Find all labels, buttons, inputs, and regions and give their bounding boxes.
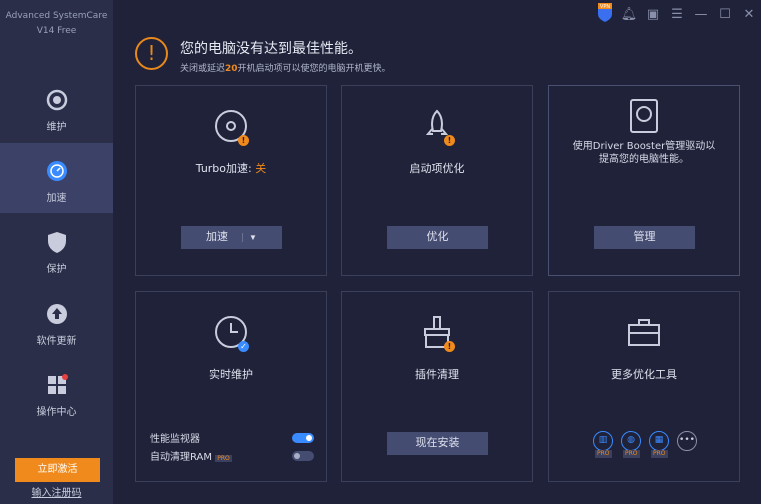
app-name: Advanced SystemCare bbox=[5, 11, 108, 21]
internet-booster-icon[interactable]: ◍ PRO bbox=[621, 431, 641, 458]
tools-title: 更多优化工具 bbox=[611, 368, 677, 381]
menu-icon[interactable]: ☰ bbox=[665, 7, 689, 22]
driver-disk-icon bbox=[624, 98, 664, 138]
turbo-state: 关 bbox=[255, 162, 267, 175]
grid-icon bbox=[47, 374, 68, 394]
toolbox-icon[interactable]: ▣ bbox=[641, 7, 665, 22]
realtime-title: 实时维护 bbox=[209, 368, 253, 381]
monitor-label: 性能监视器 bbox=[150, 434, 200, 445]
driver-booster-card: 使用Driver Booster管理驱动以提高您的电脑性能。 管理 bbox=[548, 85, 740, 276]
enter-code-link[interactable]: 输入注册码 bbox=[0, 484, 113, 499]
speedometer-icon bbox=[46, 161, 67, 181]
ram-label: 自动清理RAM PRO bbox=[150, 452, 232, 463]
pro-badge: PRO bbox=[215, 455, 232, 462]
startup-card: ! 启动项优化 优化 bbox=[341, 85, 533, 276]
title-bar-controls: VPN 🔔︎ ▣ ☰ — ☐ ✕ bbox=[593, 0, 761, 28]
vpn-shield-icon[interactable]: VPN bbox=[593, 2, 617, 26]
rocket-icon: ! bbox=[417, 108, 457, 148]
startup-count: 20 bbox=[225, 64, 238, 74]
maximize-icon[interactable]: ☐ bbox=[713, 7, 737, 22]
alert-title: 您的电脑没有达到最佳性能。 bbox=[180, 41, 362, 57]
turbo-title: Turbo加速: 关 bbox=[195, 162, 267, 175]
chevron-down-icon[interactable]: ▼ bbox=[242, 233, 257, 242]
brush-icon: ! bbox=[417, 314, 457, 354]
sidebar: Advanced SystemCare V14 Free 维护 加速 保护 软件更… bbox=[0, 0, 113, 504]
sidebar-item-label: 软件更新 bbox=[36, 336, 77, 347]
alert-subtitle: 关闭或延迟20开机启动项可以使您的电脑开机更快。 bbox=[180, 64, 391, 74]
brand: Advanced SystemCare V14 Free bbox=[0, 0, 113, 39]
activate-now-button[interactable]: 立即激活 bbox=[15, 458, 100, 482]
ram-toggle[interactable] bbox=[292, 451, 314, 461]
close-icon[interactable]: ✕ bbox=[737, 7, 761, 22]
driver-text: 使用Driver Booster管理驱动以提高您的电脑性能。 bbox=[572, 141, 716, 165]
maintain-icon bbox=[46, 89, 67, 111]
turbo-card: ! Turbo加速: 关 加速 ▼ bbox=[135, 85, 327, 276]
monitor-toggle[interactable] bbox=[292, 433, 314, 443]
speedup-button[interactable]: 加速 ▼ bbox=[181, 226, 282, 249]
toolbox-icon bbox=[624, 314, 664, 354]
sidebar-item-label: 保护 bbox=[46, 264, 67, 275]
more-icon[interactable]: ••• bbox=[677, 431, 697, 451]
plugin-title: 插件清理 bbox=[415, 368, 459, 381]
shield-icon bbox=[47, 232, 66, 253]
app-version: V14 Free bbox=[36, 26, 77, 36]
realtime-card: ✓ 实时维护 性能监视器 自动清理RAM PRO bbox=[135, 291, 327, 482]
ram-tool-icon[interactable]: ▥ PRO bbox=[593, 431, 613, 458]
manage-button[interactable]: 管理 bbox=[594, 226, 695, 249]
warning-icon: ! bbox=[135, 37, 168, 70]
sidebar-item-label: 加速 bbox=[46, 193, 67, 204]
sidebar-item-speedup[interactable]: 加速 bbox=[0, 143, 113, 213]
optimize-button[interactable]: 优化 bbox=[387, 226, 488, 249]
apps-tool-icon[interactable]: ▦ PRO bbox=[649, 431, 669, 458]
sidebar-item-label: 操作中心 bbox=[36, 407, 77, 418]
sidebar-item-protect[interactable]: 保护 bbox=[0, 214, 113, 284]
plugin-card: ! 插件清理 现在安装 bbox=[341, 291, 533, 482]
install-now-button[interactable]: 现在安装 bbox=[387, 432, 488, 455]
vpn-label: VPN bbox=[600, 4, 610, 10]
startup-title: 启动项优化 bbox=[409, 162, 465, 175]
minimize-icon[interactable]: — bbox=[689, 7, 713, 22]
update-arrow-icon bbox=[46, 304, 67, 324]
sidebar-item-action-center[interactable]: 操作中心 bbox=[0, 357, 113, 427]
sidebar-item-software-update[interactable]: 软件更新 bbox=[0, 286, 113, 356]
clock-icon: ✓ bbox=[211, 314, 251, 354]
sidebar-item-maintain[interactable]: 维护 bbox=[0, 72, 113, 142]
bell-icon[interactable]: 🔔︎ bbox=[617, 7, 641, 22]
sidebar-item-label: 维护 bbox=[46, 122, 67, 133]
turbo-disk-icon: ! bbox=[211, 108, 251, 148]
more-tools-card: 更多优化工具 ▥ PRO ◍ PRO ▦ PRO ••• bbox=[548, 291, 740, 482]
performance-alert: ! 您的电脑没有达到最佳性能。 关闭或延迟20开机启动项可以使您的电脑开机更快。 bbox=[135, 37, 391, 74]
